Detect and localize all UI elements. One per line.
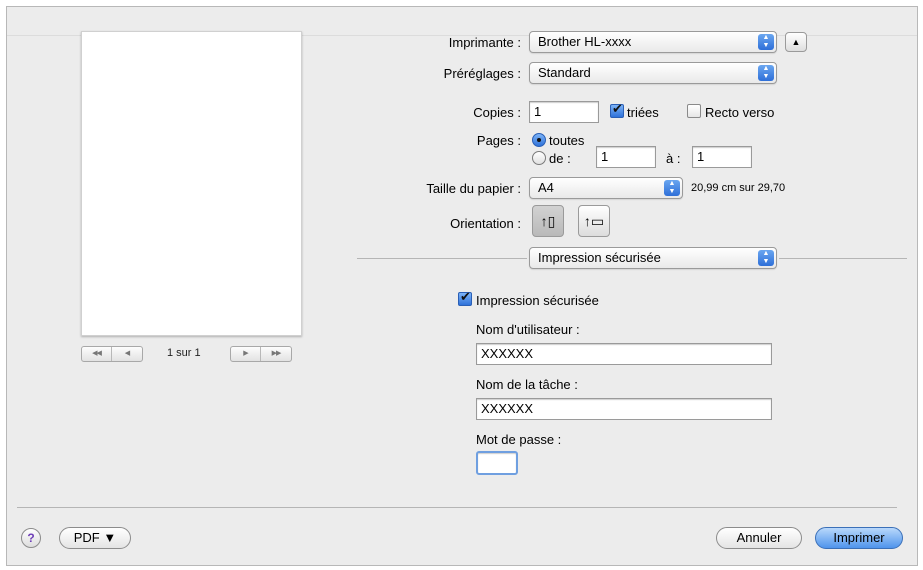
pages-range-label: de :: [549, 151, 571, 166]
footer-divider: [17, 507, 897, 508]
printer-select[interactable]: Brother HL-xxxx ▲ ▼: [529, 31, 777, 53]
paper-dimensions: 20,99 cm sur 29,70: [691, 182, 786, 194]
triangle-up-icon: ▲: [791, 37, 801, 47]
page-count: 1 sur 1: [167, 347, 201, 359]
help-button[interactable]: ?: [21, 528, 41, 548]
updown-arrows-icon: ▲ ▼: [664, 180, 680, 196]
printer-label: Imprimante :: [448, 35, 521, 50]
collated-checkbox[interactable]: [610, 102, 624, 118]
secure-print-checkbox[interactable]: [458, 290, 472, 306]
print-button[interactable]: Imprimer: [815, 527, 903, 549]
preview-forward-controls: ▶ ▶▶: [230, 346, 292, 362]
copies-field[interactable]: 1: [529, 101, 599, 123]
collated-label: triées: [627, 105, 659, 120]
paper-size-label: Taille du papier :: [426, 181, 521, 196]
duplex-label: Recto verso: [705, 105, 775, 120]
presets-value: Standard: [538, 65, 591, 80]
orientation-label: Orientation :: [450, 216, 521, 231]
section-divider-right: [779, 258, 907, 259]
panel-select-value: Impression sécurisée: [538, 250, 661, 265]
print-dialog: ◀◀ ◀ 1 sur 1 ▶ ▶▶ Imprimante : Brother H…: [6, 6, 918, 566]
pdf-menu-button[interactable]: PDF ▼: [59, 527, 131, 549]
job-name-field[interactable]: XXXXXX: [476, 398, 772, 420]
copies-label: Copies :: [473, 105, 521, 120]
orientation-portrait-button[interactable]: ↑▯: [532, 205, 564, 237]
pages-to-field[interactable]: 1: [692, 146, 752, 168]
portrait-icon: ↑▯: [540, 213, 556, 229]
password-label: Mot de passe :: [476, 432, 562, 447]
section-divider-left: [357, 258, 527, 259]
paper-size-value: A4: [538, 180, 554, 195]
username-field[interactable]: XXXXXX: [476, 343, 772, 365]
collapse-details-button[interactable]: ▲: [785, 32, 807, 52]
previous-page-button[interactable]: ◀: [112, 347, 142, 361]
pages-all-label: toutes: [549, 133, 585, 148]
cancel-button[interactable]: Annuler: [716, 527, 802, 549]
updown-arrows-icon: ▲ ▼: [758, 65, 774, 81]
pages-all-radio[interactable]: [532, 133, 546, 147]
pages-from-field[interactable]: 1: [596, 146, 656, 168]
preview-back-controls: ◀◀ ◀: [81, 346, 143, 362]
presets-label: Préréglages :: [443, 66, 521, 81]
paper-size-select[interactable]: A4 ▲ ▼: [529, 177, 683, 199]
job-name-label: Nom de la tâche :: [476, 377, 578, 392]
updown-arrows-icon: ▲ ▼: [758, 34, 774, 50]
next-page-button[interactable]: ▶: [231, 347, 261, 361]
presets-select[interactable]: Standard ▲ ▼: [529, 62, 777, 84]
orientation-landscape-button[interactable]: ↑▭: [578, 205, 610, 237]
pages-range-radio[interactable]: [532, 151, 546, 165]
printer-value: Brother HL-xxxx: [538, 34, 632, 49]
secure-print-label: Impression sécurisée: [476, 293, 599, 308]
first-page-button[interactable]: ◀◀: [82, 347, 112, 361]
pages-to-label: à :: [666, 151, 681, 166]
panel-select[interactable]: Impression sécurisée ▲ ▼: [529, 247, 777, 269]
landscape-icon: ↑▭: [583, 213, 605, 229]
password-field[interactable]: [476, 451, 518, 475]
last-page-button[interactable]: ▶▶: [261, 347, 291, 361]
pages-label: Pages :: [476, 133, 521, 148]
username-label: Nom d'utilisateur :: [476, 322, 580, 337]
duplex-checkbox[interactable]: [687, 104, 701, 118]
page-preview: [81, 31, 302, 336]
updown-arrows-icon: ▲ ▼: [758, 250, 774, 266]
